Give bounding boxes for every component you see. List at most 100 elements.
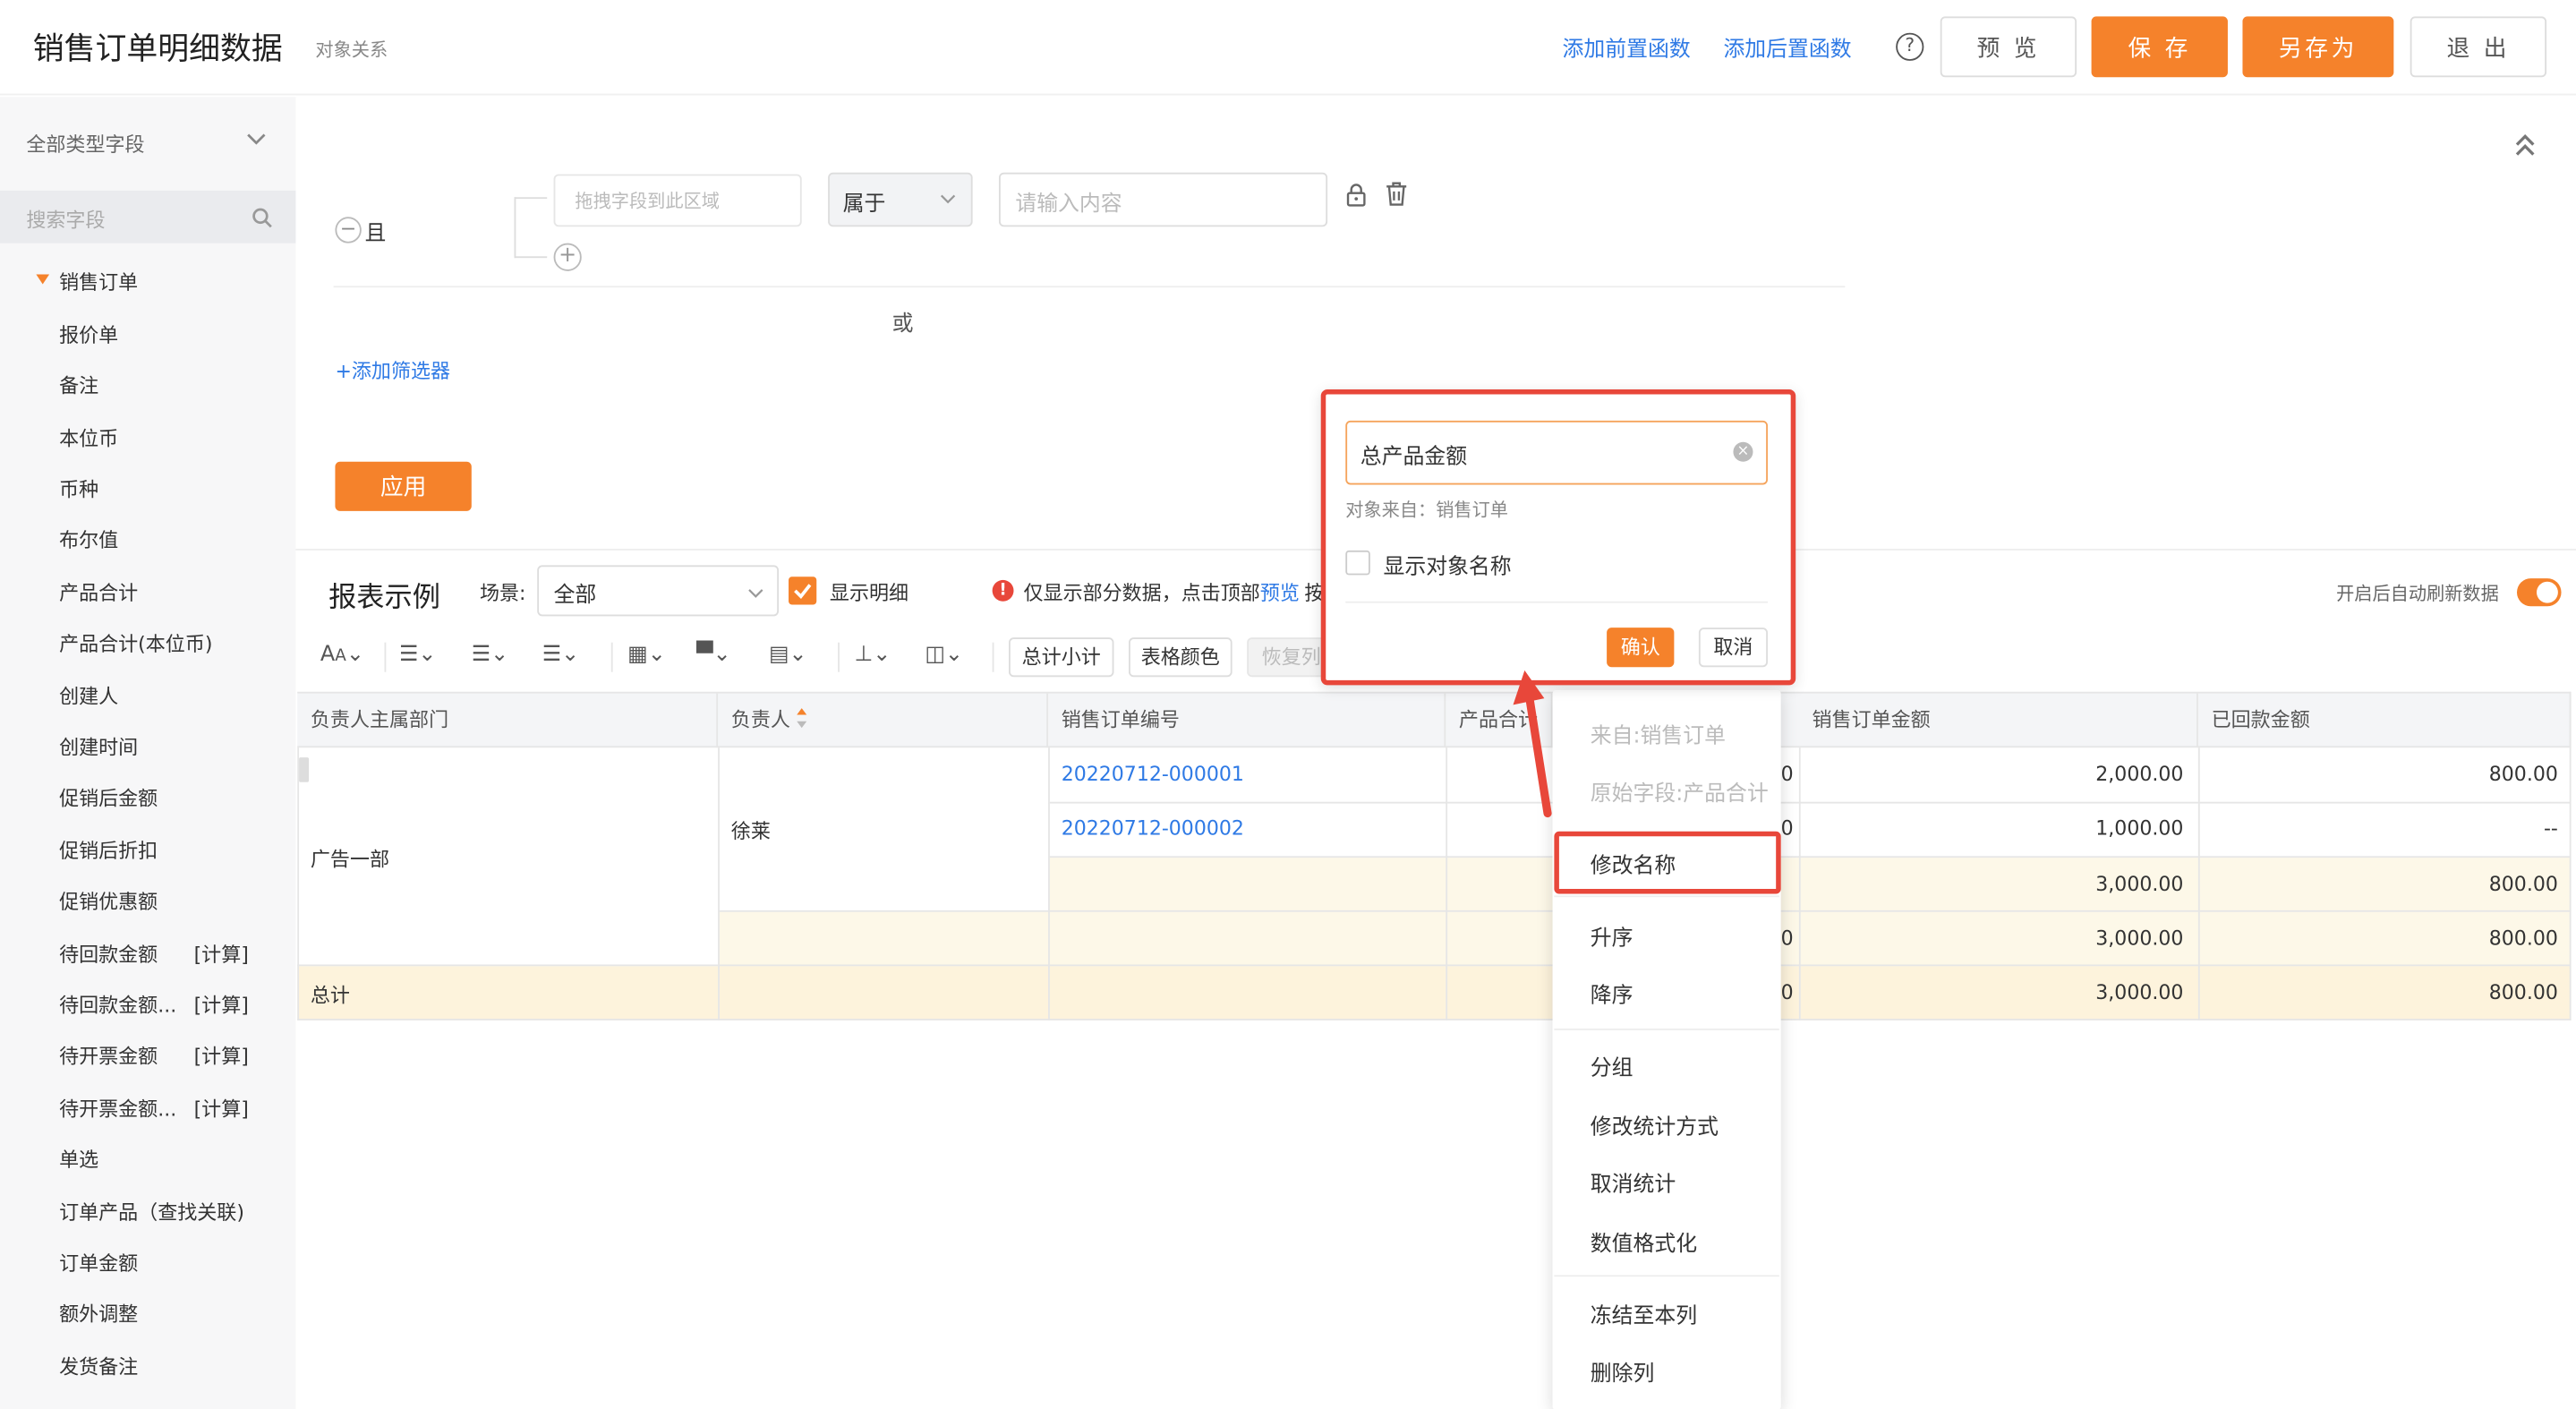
- sidebar-item[interactable]: 布尔值: [59, 525, 118, 553]
- menu-delete-column[interactable]: 删除列: [1591, 1355, 1655, 1388]
- auto-refresh-toggle[interactable]: [2516, 578, 2562, 607]
- menu-change-stat[interactable]: 修改统计方式: [1591, 1109, 1719, 1140]
- menu-group[interactable]: 分组: [1591, 1050, 1633, 1081]
- menu-cancel-stat[interactable]: 取消统计: [1591, 1166, 1676, 1199]
- freeze-row-icon[interactable]: ⊥⌄: [854, 643, 891, 668]
- add-filter-link[interactable]: +添加筛选器: [335, 356, 450, 384]
- scene-label: 场景:: [479, 581, 526, 605]
- table-border-icon[interactable]: ▦⌄: [627, 643, 666, 668]
- search-icon[interactable]: [252, 207, 273, 228]
- align-center-icon[interactable]: ☰⌄: [472, 643, 508, 668]
- sidebar-item-tag: [计算]: [193, 943, 249, 967]
- question-circle-icon[interactable]: ?: [1896, 32, 1924, 61]
- sidebar-item[interactable]: 待开票金额: [59, 1042, 158, 1070]
- popup-divider: [1345, 601, 1768, 603]
- row-style-icon[interactable]: ▤⌄: [769, 643, 807, 668]
- preview-button[interactable]: 预 览: [1940, 16, 2077, 78]
- sidebar-item[interactable]: 发货备注: [59, 1353, 138, 1380]
- remove-condition-icon[interactable]: −: [335, 217, 362, 243]
- font-style-icon[interactable]: AA⌄: [320, 643, 364, 668]
- menu-rename-label: 修改名称: [1590, 854, 1676, 879]
- sidebar-item[interactable]: 待回款金额...: [59, 991, 176, 1019]
- caret-down-icon[interactable]: [36, 274, 50, 286]
- show-object-name-checkbox[interactable]: [1345, 550, 1370, 576]
- sidebar-item[interactable]: 备注: [59, 371, 98, 399]
- column-header-owner[interactable]: 负责人: [718, 693, 1049, 748]
- menu-freeze-column[interactable]: 冻结至本列: [1591, 1298, 1697, 1329]
- add-condition-icon[interactable]: +: [553, 243, 582, 271]
- menu-divider: [1554, 895, 1779, 898]
- align-right-icon[interactable]: ☰⌄: [542, 643, 579, 668]
- exit-button[interactable]: 退 出: [2410, 16, 2547, 78]
- header-fill-icon[interactable]: ▀⌄: [696, 643, 730, 668]
- sidebar-item[interactable]: 待开票金额...: [59, 1094, 176, 1122]
- sidebar-item[interactable]: 促销后折扣: [59, 836, 158, 864]
- sidebar-item[interactable]: 订单金额: [59, 1249, 138, 1277]
- connector-line: [514, 197, 548, 259]
- report-title: 报表示例: [328, 581, 440, 615]
- sidebar-item[interactable]: 币种: [59, 474, 98, 502]
- show-detail-checkbox[interactable]: [789, 576, 817, 605]
- lock-icon[interactable]: [1345, 183, 1367, 208]
- sidebar-item[interactable]: 促销后金额: [59, 784, 158, 812]
- sidebar-item[interactable]: 订单产品（查找关联): [59, 1198, 244, 1225]
- sidebar-item[interactable]: 产品合计(本位币): [59, 629, 212, 657]
- add-pre-function-link[interactable]: 添加前置函数: [1563, 31, 1691, 63]
- show-object-name-label: 显示对象名称: [1383, 555, 1512, 580]
- sidebar-item[interactable]: 待回款金额: [59, 940, 158, 968]
- scene-value: 全部: [553, 583, 597, 609]
- sidebar-item[interactable]: 促销优惠额: [59, 887, 158, 915]
- sidebar-item[interactable]: 产品合计: [59, 578, 138, 606]
- apply-button[interactable]: 应用: [335, 461, 472, 511]
- restore-column-button[interactable]: 恢复列: [1247, 637, 1329, 678]
- subtotal-amount-cell: 3,000.00: [2095, 927, 2184, 950]
- column-header-order-amount[interactable]: 销售订单金额: [1799, 693, 2198, 748]
- subtotal-button[interactable]: 总计小计: [1008, 637, 1114, 678]
- align-left-icon[interactable]: ☰⌄: [399, 643, 436, 668]
- cancel-button[interactable]: 取消: [1698, 628, 1768, 668]
- add-post-function-link[interactable]: 添加后置函数: [1723, 31, 1851, 63]
- confirm-button[interactable]: 确认: [1607, 628, 1675, 668]
- menu-sort-desc[interactable]: 降序: [1591, 978, 1633, 1009]
- order-no-link[interactable]: 20220712-000001: [1062, 763, 1244, 786]
- column-header-department[interactable]: 负责人主属部门: [297, 693, 719, 748]
- filter-value-placeholder: 请输入内容: [1015, 192, 1122, 218]
- column-header-received-amount[interactable]: 已回款金额: [2198, 693, 2572, 748]
- page-subtitle: 对象关系: [315, 39, 388, 61]
- sort-icon[interactable]: [795, 706, 808, 730]
- sidebar-item[interactable]: 本位币: [59, 424, 118, 452]
- column-header-order-no[interactable]: 销售订单编号: [1048, 693, 1446, 748]
- row-drag-handle[interactable]: [299, 757, 310, 782]
- clear-input-icon[interactable]: ×: [1733, 441, 1753, 462]
- auto-refresh-label: 开启后自动刷新数据: [2336, 583, 2499, 605]
- product-total-cell: 0: [1780, 927, 1794, 950]
- order-amount-cell: 2,000.00: [2095, 762, 2184, 786]
- received-amount-cell: --: [2543, 816, 2558, 840]
- preview-link[interactable]: 预览: [1260, 578, 1300, 606]
- col-divider: [1446, 747, 1448, 1020]
- chevron-down-icon[interactable]: [246, 132, 266, 148]
- save-button[interactable]: 保 存: [2091, 16, 2228, 78]
- sidebar-item[interactable]: 创建人: [59, 682, 118, 710]
- field-type-filter[interactable]: 全部类型字段: [26, 130, 144, 158]
- sidebar-group-sales-order[interactable]: 销售订单: [59, 268, 138, 295]
- save-as-button[interactable]: 另存为: [2242, 16, 2394, 78]
- sidebar-item[interactable]: 单选: [59, 1145, 98, 1173]
- department-cell: 广告一部: [310, 848, 390, 871]
- sidebar-item[interactable]: 额外调整: [59, 1300, 138, 1328]
- order-no-link[interactable]: 20220712-000002: [1062, 816, 1244, 840]
- table-color-button[interactable]: 表格颜色: [1128, 637, 1233, 678]
- warning-icon: !: [992, 579, 1014, 602]
- sidebar-item-tag: [计算]: [193, 1045, 249, 1069]
- menu-sort-asc[interactable]: 升序: [1591, 920, 1633, 952]
- sidebar-item[interactable]: 创建时间: [59, 733, 138, 761]
- menu-divider: [1554, 1275, 1779, 1277]
- column-width-icon[interactable]: ◫⌄: [925, 643, 963, 668]
- collapse-up-icon[interactable]: [2513, 132, 2537, 158]
- trash-icon[interactable]: [1385, 181, 1408, 207]
- col-divider: [2569, 691, 2572, 1020]
- partial-data-notice: 仅显示部分数据，点击顶部: [1023, 581, 1260, 605]
- sidebar-item[interactable]: 报价单: [59, 320, 118, 348]
- menu-number-format[interactable]: 数值格式化: [1591, 1225, 1697, 1258]
- product-total-cell: 0: [1780, 980, 1794, 1004]
